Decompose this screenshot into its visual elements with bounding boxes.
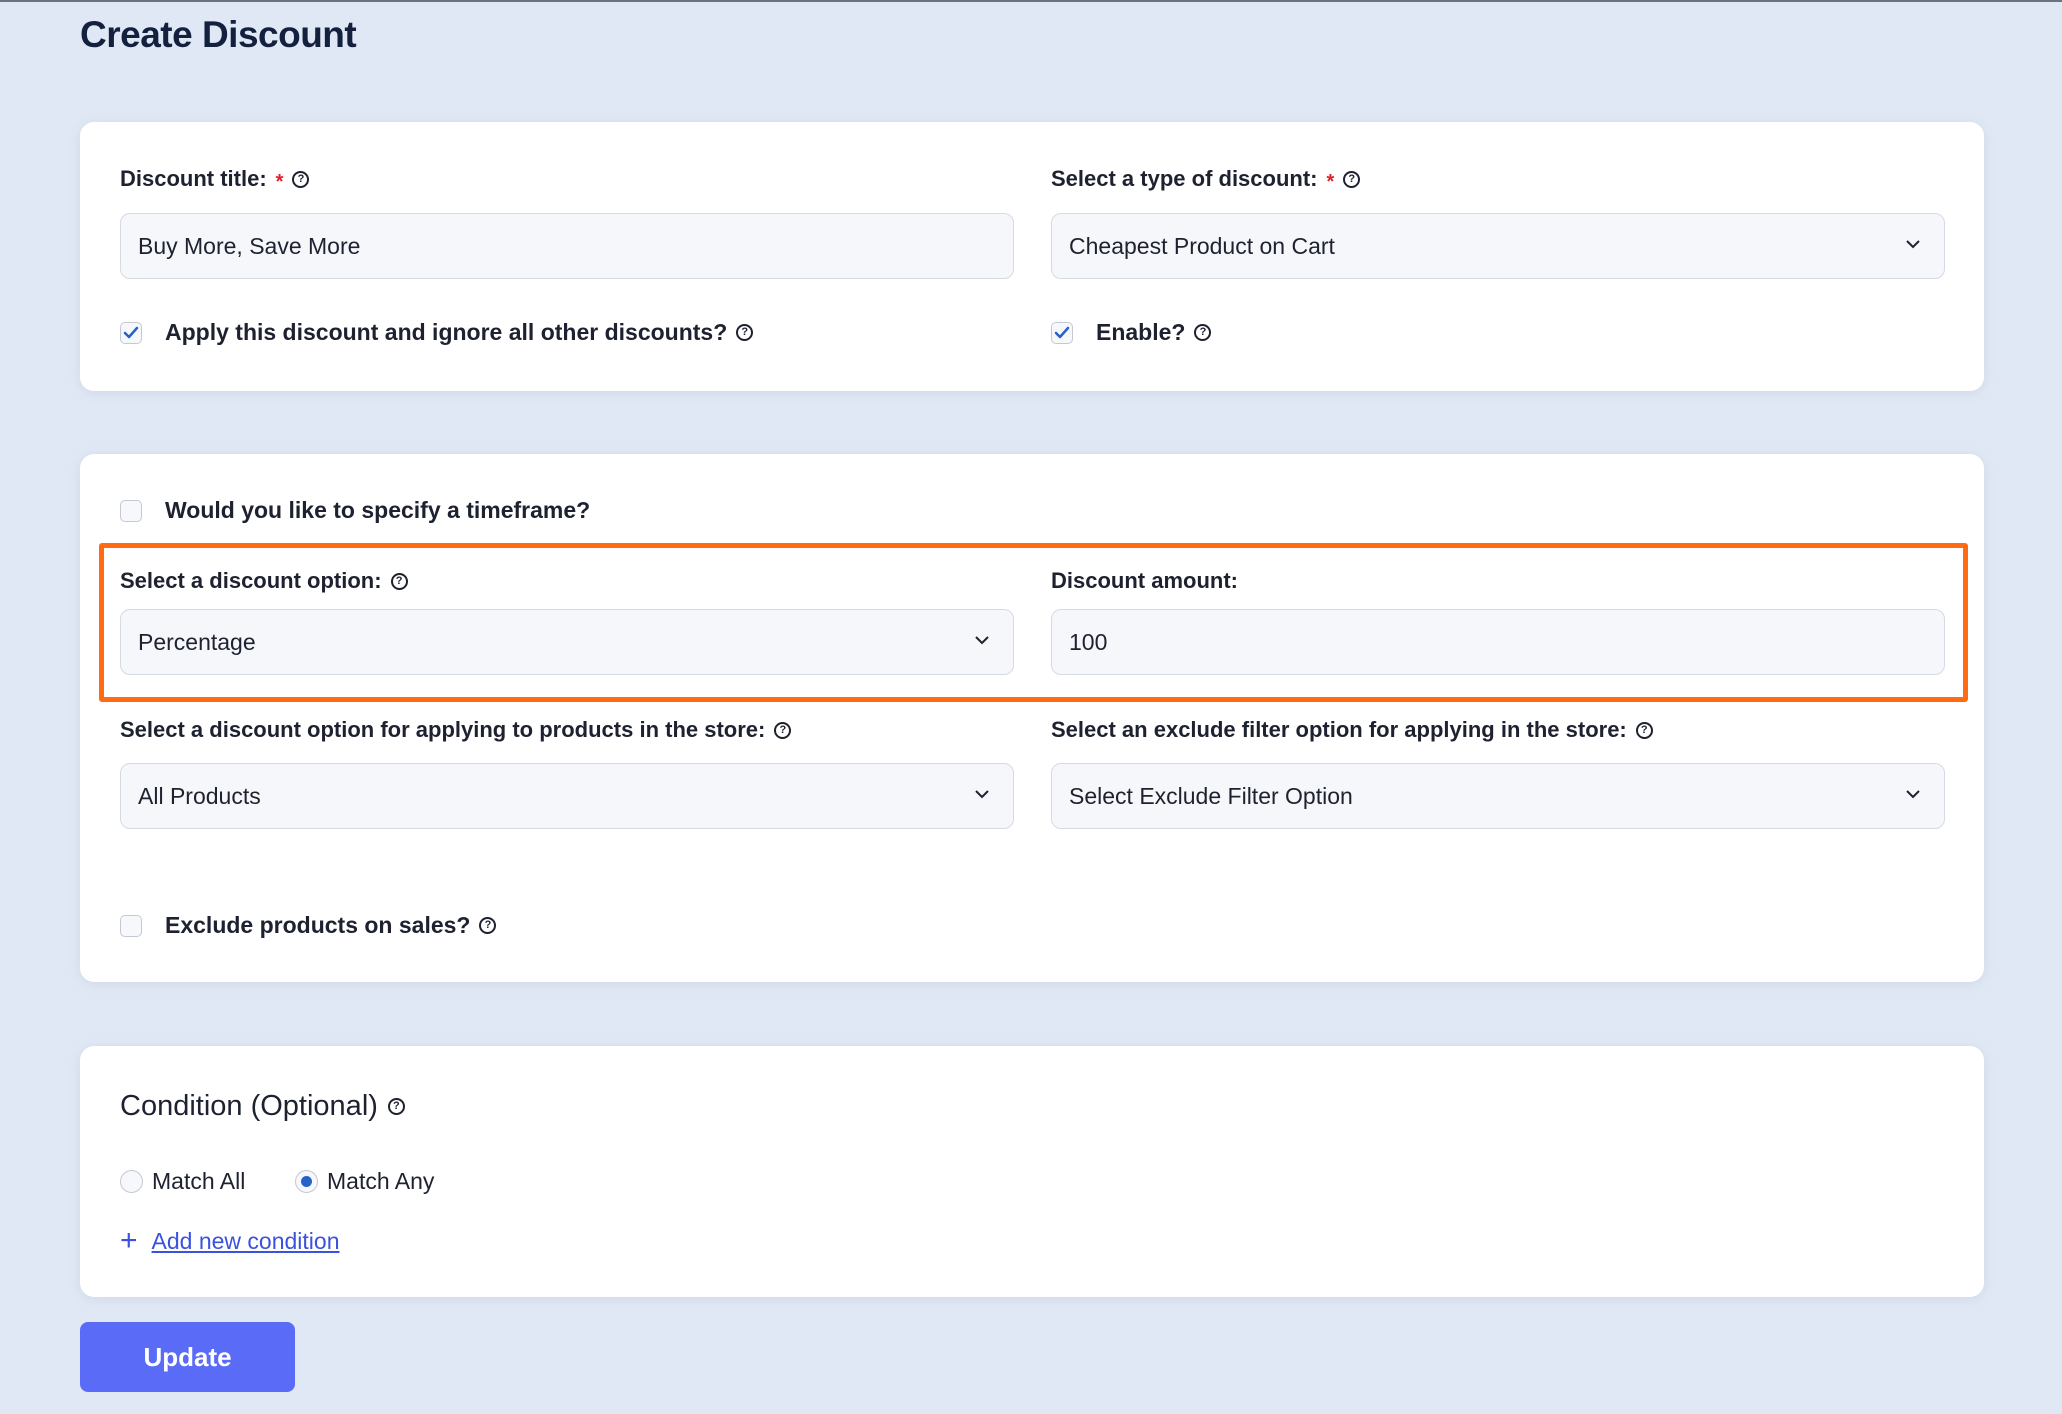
match-any-label: Match Any bbox=[327, 1168, 435, 1194]
discount-option-label-text: Select a discount option: bbox=[120, 568, 382, 593]
discount-amount-label: Discount amount: bbox=[1051, 568, 1238, 594]
condition-heading: Condition (Optional) ? bbox=[120, 1090, 405, 1123]
add-condition-link[interactable]: Add new condition bbox=[152, 1228, 340, 1255]
discount-option-value: Percentage bbox=[138, 628, 256, 655]
discount-title-label: Discount title: * ? bbox=[120, 166, 310, 193]
discount-option-select[interactable]: Percentage bbox=[120, 609, 1014, 675]
enable-checkbox[interactable] bbox=[1051, 321, 1073, 344]
apply-products-label: Select a discount option for applying to… bbox=[120, 717, 792, 743]
enable-label: Enable? ? bbox=[1096, 319, 1212, 346]
chevron-down-icon bbox=[1906, 240, 1920, 249]
match-any-option[interactable]: Match Any bbox=[295, 1168, 434, 1195]
plus-icon[interactable]: + bbox=[120, 1226, 138, 1256]
chevron-down-icon bbox=[975, 790, 989, 799]
exclusive-checkbox-row: Apply this discount and ignore all other… bbox=[120, 319, 754, 346]
apply-products-label-text: Select a discount option for applying to… bbox=[120, 717, 766, 742]
help-icon[interactable]: ? bbox=[1635, 721, 1653, 739]
match-any-radio[interactable] bbox=[295, 1170, 318, 1193]
exclude-sales-label: Exclude products on sales? ? bbox=[165, 912, 497, 939]
match-all-option[interactable]: Match All bbox=[120, 1168, 245, 1195]
help-icon[interactable]: ? bbox=[1343, 170, 1361, 188]
chevron-down-icon bbox=[975, 636, 989, 645]
exclude-filter-value: Select Exclude Filter Option bbox=[1069, 782, 1353, 809]
exclusive-label-text: Apply this discount and ignore all other… bbox=[165, 319, 728, 345]
exclude-sales-label-text: Exclude products on sales? bbox=[165, 912, 471, 938]
timeframe-checkbox[interactable] bbox=[120, 499, 142, 522]
rules-card: Would you like to specify a timeframe? S… bbox=[80, 454, 1984, 982]
enable-label-text: Enable? bbox=[1096, 319, 1186, 345]
help-icon[interactable]: ? bbox=[479, 917, 497, 934]
discount-option-label: Select a discount option: ? bbox=[120, 568, 408, 594]
condition-card: Condition (Optional) ? Match All Match A… bbox=[80, 1046, 1984, 1297]
apply-products-value: All Products bbox=[138, 782, 261, 809]
discount-type-label-text: Select a type of discount: bbox=[1051, 166, 1318, 191]
top-border bbox=[0, 0, 2062, 2]
help-icon[interactable]: ? bbox=[736, 324, 754, 341]
exclusive-checkbox[interactable] bbox=[120, 321, 142, 344]
exclude-filter-label: Select an exclude filter option for appl… bbox=[1051, 717, 1653, 743]
exclusive-label: Apply this discount and ignore all other… bbox=[165, 319, 754, 346]
discount-amount-input[interactable] bbox=[1051, 609, 1945, 675]
help-icon[interactable]: ? bbox=[292, 170, 310, 188]
radio-selected-dot bbox=[301, 1176, 312, 1187]
required-mark: * bbox=[275, 170, 284, 193]
enable-checkbox-row: Enable? ? bbox=[1051, 319, 1212, 346]
match-all-radio[interactable] bbox=[120, 1170, 143, 1193]
timeframe-label: Would you like to specify a timeframe? bbox=[165, 497, 591, 523]
discount-amount-label-text: Discount amount: bbox=[1051, 568, 1238, 593]
discount-type-select[interactable]: Cheapest Product on Cart bbox=[1051, 213, 1945, 279]
required-mark: * bbox=[1326, 170, 1335, 193]
check-icon bbox=[1054, 326, 1070, 338]
help-icon[interactable]: ? bbox=[774, 721, 792, 739]
exclude-filter-label-text: Select an exclude filter option for appl… bbox=[1051, 717, 1627, 742]
page-title: Create Discount bbox=[80, 14, 357, 55]
update-button[interactable]: Update bbox=[80, 1322, 295, 1392]
help-icon[interactable]: ? bbox=[387, 1098, 405, 1115]
general-card: Discount title: * ? Select a type of dis… bbox=[80, 122, 1984, 391]
exclude-filter-select[interactable]: Select Exclude Filter Option bbox=[1051, 763, 1945, 829]
discount-type-label: Select a type of discount: * ? bbox=[1051, 166, 1361, 193]
apply-products-select[interactable]: All Products bbox=[120, 763, 1014, 829]
timeframe-checkbox-row: Would you like to specify a timeframe? bbox=[120, 497, 590, 524]
discount-type-value: Cheapest Product on Cart bbox=[1069, 232, 1335, 259]
add-condition-row[interactable]: + Add new condition bbox=[120, 1226, 340, 1256]
chevron-down-icon bbox=[1906, 790, 1920, 799]
discount-title-label-text: Discount title: bbox=[120, 166, 267, 191]
check-icon bbox=[123, 326, 139, 338]
help-icon[interactable]: ? bbox=[1194, 324, 1212, 341]
help-icon[interactable]: ? bbox=[390, 572, 408, 590]
exclude-sales-checkbox[interactable] bbox=[120, 914, 142, 937]
match-all-label: Match All bbox=[152, 1168, 246, 1194]
exclude-sales-checkbox-row: Exclude products on sales? ? bbox=[120, 912, 497, 939]
condition-heading-text: Condition (Optional) bbox=[120, 1090, 378, 1122]
discount-title-input[interactable] bbox=[120, 213, 1014, 279]
